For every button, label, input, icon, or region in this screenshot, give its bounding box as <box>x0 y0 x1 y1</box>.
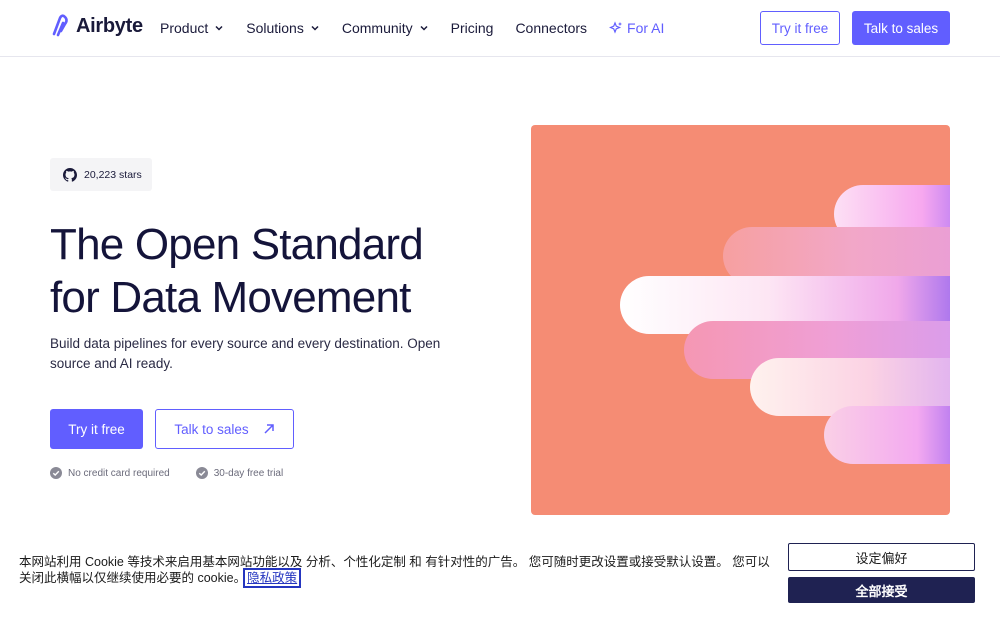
github-stars-count: 20,223 stars <box>84 168 142 181</box>
nav-connectors-label: Connectors <box>515 20 588 36</box>
benefit-free-trial: 30-day free trial <box>195 467 284 479</box>
nav-connectors[interactable]: Connectors <box>515 18 587 38</box>
cookie-preferences-button[interactable]: 设定偏好 <box>788 543 975 571</box>
airbyte-logo[interactable]: Airbyte <box>50 14 143 38</box>
cookie-message-text: 本网站利用 Cookie 等技术来启用基本网站功能以及 分析、个性化定制 和 有… <box>19 555 770 585</box>
nav-community[interactable]: Community <box>342 18 429 38</box>
headline-line-1: The Open Standard <box>50 220 424 269</box>
brand-name: Airbyte <box>76 14 143 37</box>
chevron-down-icon <box>420 25 428 31</box>
nav-product-label: Product <box>160 20 209 36</box>
hero-subtitle: Build data pipelines for every source an… <box>50 336 441 371</box>
hero-talk-to-sales-button[interactable]: Talk to sales <box>155 409 294 449</box>
arrow-up-right-icon <box>264 424 274 434</box>
sparkle-icon <box>609 21 623 34</box>
nav-for-ai[interactable]: For AI <box>609 20 664 36</box>
github-stars-badge[interactable]: 20,223 stars <box>50 158 152 191</box>
headline-line-2: for Data Movement <box>50 273 411 322</box>
check-circle-icon <box>195 467 208 479</box>
nav-pricing[interactable]: Pricing <box>451 18 494 38</box>
illustration-stream <box>824 406 950 464</box>
chevron-down-icon <box>311 25 319 31</box>
benefit-no-credit-card: No credit card required <box>50 467 170 479</box>
nav-for-ai-label: For AI <box>627 20 665 36</box>
privacy-policy-link[interactable]: 隐私政策 <box>243 568 302 588</box>
cookie-accept-all-button[interactable]: 全部接受 <box>788 577 975 603</box>
hero-try-free-button[interactable]: Try it free <box>50 409 143 449</box>
github-icon <box>63 167 77 182</box>
nav-product[interactable]: Product <box>160 18 224 38</box>
nav-try-free-button[interactable]: Try it free <box>760 11 840 45</box>
nav-pricing-label: Pricing <box>450 20 494 36</box>
airbyte-logo-icon <box>52 14 68 37</box>
talk-to-sales-label: Talk to sales <box>174 421 249 437</box>
top-navigation: Airbyte Product Solutions Community Pric… <box>0 0 1000 57</box>
nav-community-label: Community <box>341 20 413 36</box>
benefit-label: No credit card required <box>68 467 170 479</box>
hero-headline: The Open Standard for Data Movement <box>50 218 424 324</box>
chevron-down-icon <box>215 25 223 31</box>
nav-solutions-label: Solutions <box>246 20 304 36</box>
cookie-banner: 本网站利用 Cookie 等技术来启用基本网站功能以及 分析、个性化定制 和 有… <box>0 530 1000 625</box>
hero-benefits: No credit card required 30-day free tria… <box>50 467 283 479</box>
nav-talk-to-sales-button[interactable]: Talk to sales <box>852 11 950 45</box>
check-circle-icon <box>50 467 62 479</box>
benefit-label: 30-day free trial <box>213 467 284 479</box>
nav-solutions[interactable]: Solutions <box>246 18 320 38</box>
hero-illustration <box>531 125 950 515</box>
cookie-message: 本网站利用 Cookie 等技术来启用基本网站功能以及 分析、个性化定制 和 有… <box>19 554 779 588</box>
